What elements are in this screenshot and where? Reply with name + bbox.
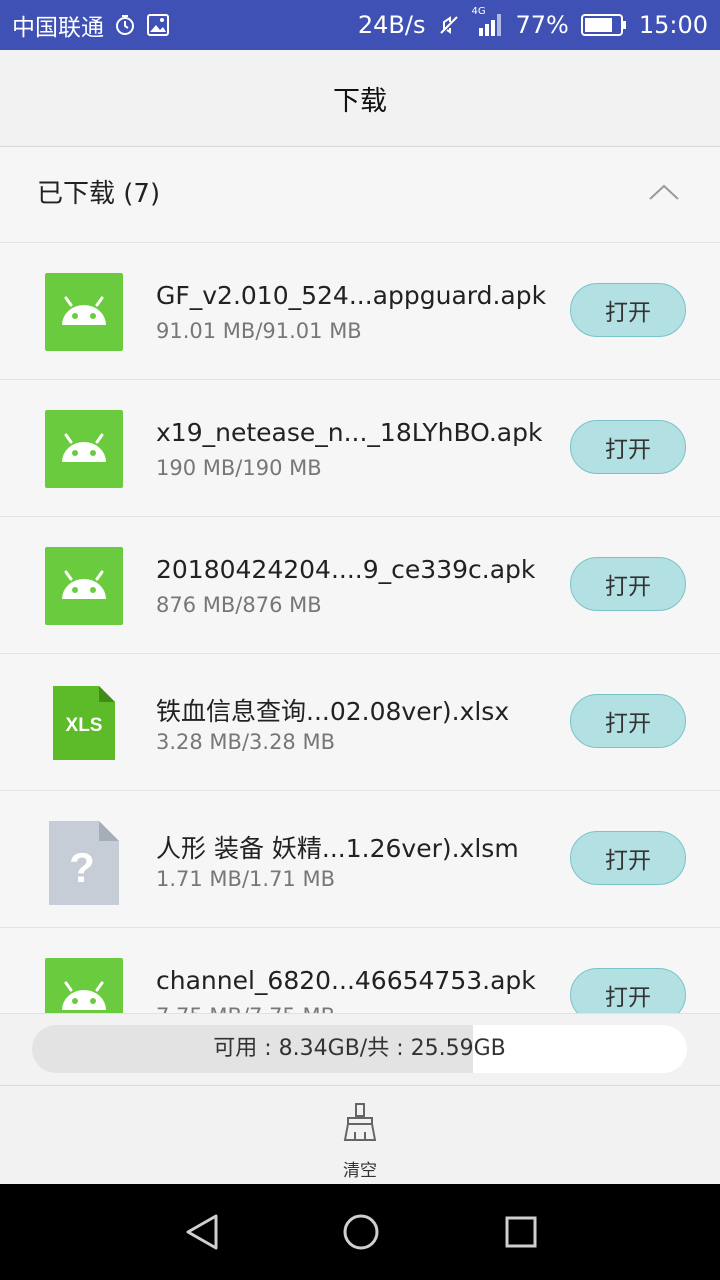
network-type: 4G: [471, 6, 486, 17]
carrier-label: 中国联通: [12, 15, 104, 41]
system-nav-bar: [0, 1184, 720, 1280]
file-size: 190 MB/190 MB: [156, 456, 322, 480]
downloaded-section-header[interactable]: 已下载 (7): [0, 147, 720, 243]
home-icon[interactable]: [339, 1210, 383, 1254]
file-name: x19_netease_n..._18LYhBO.apk: [156, 418, 543, 447]
file-size: 3.28 MB/3.28 MB: [156, 730, 335, 754]
file-name: 铁血信息查询...02.08ver).xlsx: [156, 697, 510, 726]
open-button[interactable]: 打开: [570, 968, 686, 1013]
bottom-action-bar: 清空: [0, 1085, 720, 1185]
file-size: 91.01 MB/91.01 MB: [156, 319, 362, 343]
image-icon: [146, 13, 170, 37]
list-item[interactable]: 20180424204....9_ce339c.apk 876 MB/876 M…: [0, 517, 720, 654]
file-name: 20180424204....9_ce339c.apk: [156, 555, 536, 584]
net-speed: 24B/s: [357, 11, 426, 39]
download-list[interactable]: GF_v2.010_524...appguard.apk 91.01 MB/91…: [0, 243, 720, 1013]
file-size: 1.71 MB/1.71 MB: [156, 867, 335, 891]
recents-icon[interactable]: [499, 1210, 543, 1254]
list-item[interactable]: channel_6820...46654753.apk 7.75 MB/7.75…: [0, 928, 720, 1013]
broom-icon: [342, 1102, 378, 1148]
signal-icon: 4G: [471, 6, 503, 38]
battery-icon: [580, 13, 627, 37]
clear-label: 清空: [343, 1161, 377, 1181]
title-bar: 下载: [0, 50, 720, 147]
android-icon: [45, 273, 123, 351]
storage-panel: 可用 : 8.34GB/共 : 25.59GB: [0, 1013, 720, 1086]
android-icon: [45, 958, 123, 1013]
open-button[interactable]: 打开: [570, 831, 686, 885]
android-icon: [45, 410, 123, 488]
storage-text: 可用 : 8.34GB/共 : 25.59GB: [213, 1036, 506, 1061]
storage-bar: 可用 : 8.34GB/共 : 25.59GB: [32, 1025, 687, 1073]
xls-icon: XLS: [45, 684, 123, 762]
back-icon[interactable]: [180, 1210, 224, 1254]
alarm-icon: [114, 14, 136, 36]
open-button[interactable]: 打开: [570, 557, 686, 611]
open-button[interactable]: 打开: [570, 420, 686, 474]
open-button[interactable]: 打开: [570, 694, 686, 748]
clock: 15:00: [638, 11, 708, 39]
open-button[interactable]: 打开: [570, 283, 686, 337]
chevron-up-icon[interactable]: [648, 181, 680, 207]
file-name: channel_6820...46654753.apk: [156, 966, 536, 995]
list-item[interactable]: x19_netease_n..._18LYhBO.apk 190 MB/190 …: [0, 380, 720, 517]
clear-button[interactable]: 清空: [320, 1096, 400, 1181]
status-bar: 中国联通 24B/s 4G 77% 15:00: [0, 0, 720, 50]
android-icon: [45, 547, 123, 625]
unknown-file-icon: ?: [45, 821, 123, 905]
file-size: 876 MB/876 MB: [156, 593, 322, 617]
battery-percent: 77%: [515, 11, 569, 39]
page-title: 下载: [333, 85, 387, 117]
file-name: 人形 装备 妖精...1.26ver).xlsm: [156, 834, 519, 863]
section-label: 已下载 (7): [37, 179, 161, 209]
file-name: GF_v2.010_524...appguard.apk: [156, 281, 547, 310]
unknown-file-icon-text: ?: [69, 844, 95, 891]
list-item[interactable]: XLS 铁血信息查询...02.08ver).xlsx 3.28 MB/3.28…: [0, 654, 720, 791]
xls-icon-text: XLS: [66, 715, 103, 736]
list-item[interactable]: GF_v2.010_524...appguard.apk 91.01 MB/91…: [0, 243, 720, 380]
list-item[interactable]: ? 人形 装备 妖精...1.26ver).xlsm 1.71 MB/1.71 …: [0, 791, 720, 928]
mute-icon: [437, 13, 461, 37]
file-size: 7.75 MB/7.75 MB: [156, 1004, 335, 1013]
